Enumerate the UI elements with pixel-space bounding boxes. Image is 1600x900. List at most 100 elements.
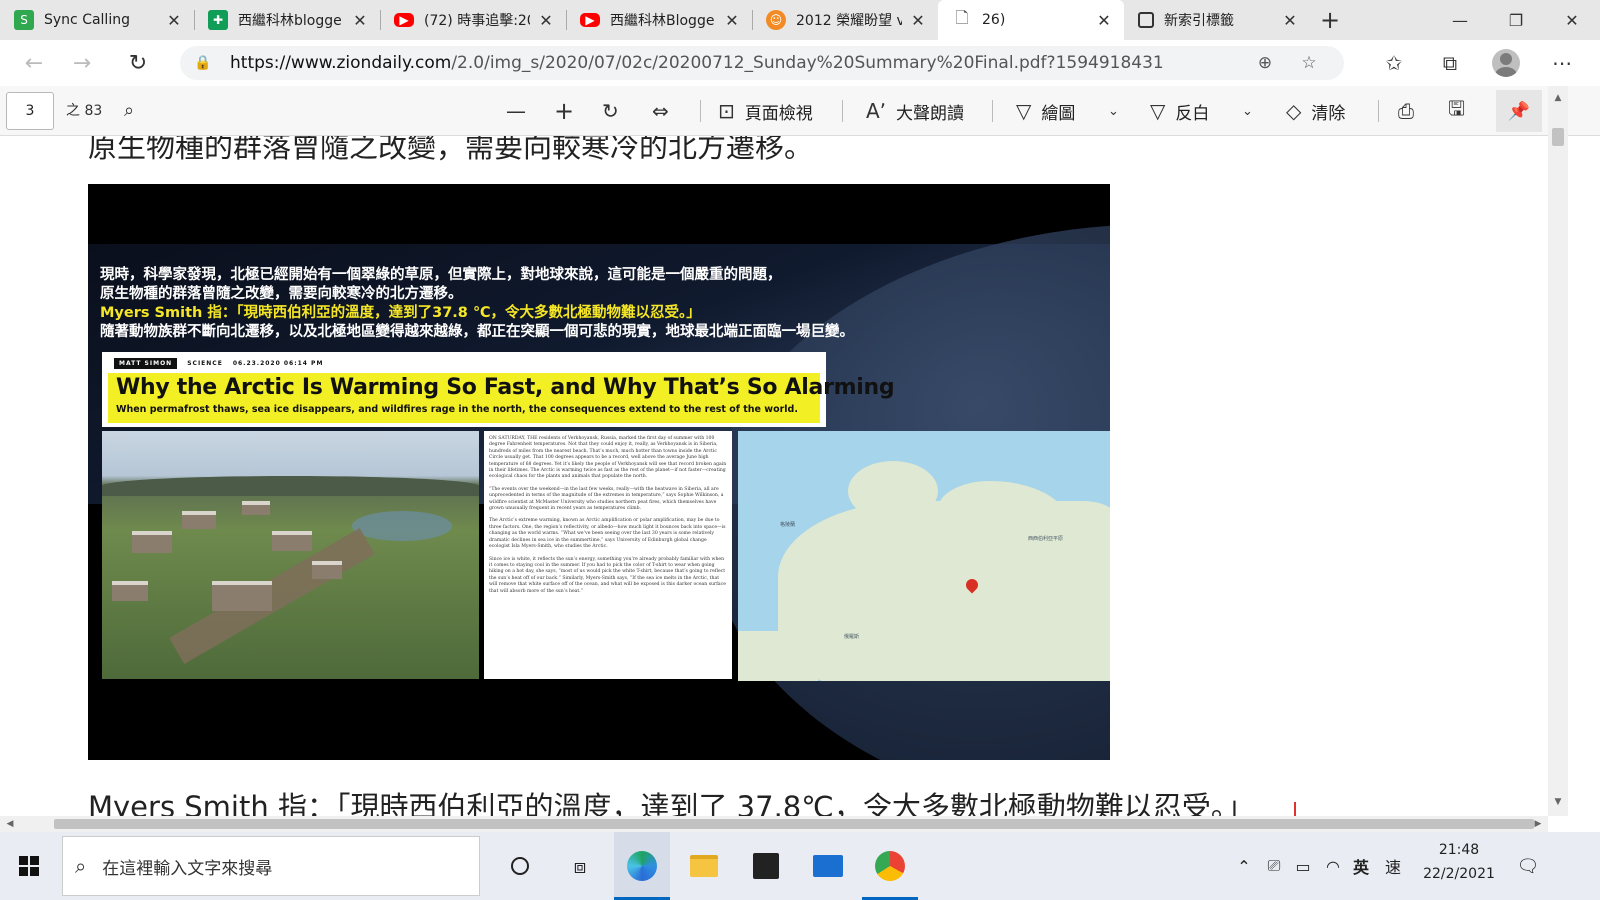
toolbar-divider (700, 100, 701, 122)
scroll-right-arrow-icon[interactable]: ▶ (1530, 816, 1546, 832)
notification-center-icon[interactable]: 🗨 (1508, 832, 1548, 900)
ime-mode[interactable]: 速 (1380, 832, 1406, 900)
photo-house (242, 501, 270, 515)
article-headline: Why the Arctic Is Warming So Fast, and W… (116, 375, 895, 400)
tab-new-tab-page[interactable]: 新索引標籤 ✕ (1124, 0, 1310, 40)
close-tab-icon[interactable]: ✕ (722, 11, 742, 30)
draw-button[interactable]: ▽ 繪圖 (1016, 86, 1075, 136)
taskbar-chrome[interactable] (862, 832, 918, 900)
taskbar-edge[interactable] (614, 832, 670, 900)
url-text[interactable]: https://www.ziondaily.com/2.0/img_s/2020… (230, 53, 1240, 73)
vertical-scrollbar[interactable]: ▲ ▼ (1548, 86, 1568, 816)
tab-blogger-1[interactable]: ✚ 西繼科林blogge ✕ (194, 0, 380, 40)
scroll-left-arrow-icon[interactable]: ◀ (2, 816, 18, 832)
caption-line: 原生物種的群落曾隨之改變，需要向較寒冷的北方遷移。 (100, 286, 463, 302)
scrollbar-thumb[interactable] (1552, 128, 1564, 146)
collections-icon[interactable]: ⧉ (1422, 40, 1478, 86)
close-tab-icon[interactable]: ✕ (536, 11, 556, 30)
ime-language[interactable]: 英 (1350, 832, 1372, 900)
scrollbar-thumb[interactable] (54, 819, 1534, 829)
battery-icon[interactable]: ▭ (1290, 832, 1316, 900)
navigation-bar: ← → ↻ 🔒 https://www.ziondaily.com/2.0/im… (0, 40, 1600, 86)
close-tab-icon[interactable]: ✕ (1094, 11, 1114, 30)
highlight-button[interactable]: ▽ 反白 (1150, 86, 1209, 136)
more-options-icon[interactable]: ⋯ (1534, 40, 1590, 86)
tab-pdf-active[interactable]: 🗋 26) ✕ (938, 0, 1124, 40)
map-label: 俄羅斯 (844, 634, 860, 640)
task-view-button[interactable]: ⧈ (552, 832, 608, 900)
close-tab-icon[interactable]: ✕ (1280, 11, 1300, 30)
document-icon: 🗋 (955, 7, 969, 27)
print-button[interactable]: ⎙ (1398, 86, 1424, 136)
chevron-down-icon: ⌄ (1242, 103, 1253, 119)
pin-toolbar-button[interactable]: 📌 (1496, 90, 1542, 132)
draw-icon: ▽ (1016, 99, 1032, 123)
restore-button[interactable]: ❐ (1488, 0, 1544, 40)
horizontal-scrollbar[interactable]: ◀ ▶ (0, 816, 1548, 832)
new-tab-button[interactable]: + (1310, 0, 1350, 40)
tab-youtube-2[interactable]: ▶ 西繼科林Blogge ✕ (566, 0, 752, 40)
forward-button[interactable]: → (58, 40, 106, 86)
refresh-button[interactable]: ↻ (114, 40, 162, 86)
close-tab-icon[interactable]: ✕ (350, 11, 370, 30)
tab-title: 2012 榮耀盼望 v (796, 13, 902, 29)
pdf-document-view[interactable]: 原生物種的群落曾隨之改變，需要向較寒冷的北方遷移。 現時，科學家發現，北極已經開… (0, 136, 1568, 816)
tab-glory-hope[interactable]: ☺ 2012 榮耀盼望 v ✕ (752, 0, 938, 40)
rotate-button[interactable]: ↻ (602, 86, 629, 136)
meet-now-icon[interactable]: ⎚ (1262, 832, 1286, 900)
zoom-out-button[interactable]: — (506, 86, 536, 136)
newtab-page-icon (1138, 12, 1154, 28)
article-body-column: ON SATURDAY, THE residents of Verkhoyans… (484, 431, 732, 679)
taskbar-mail[interactable] (800, 832, 856, 900)
taskbar-search-box[interactable]: ⌕ 在這裡輸入文字來搜尋 (62, 836, 480, 896)
highlight-options-chevron[interactable]: ⌄ (1242, 86, 1263, 136)
start-button[interactable] (0, 832, 58, 900)
minimize-button[interactable]: — (1432, 0, 1488, 40)
scroll-up-arrow-icon[interactable]: ▲ (1548, 90, 1568, 106)
tab-youtube-1[interactable]: ▶ (72) 時事追擊:20 ✕ (380, 0, 566, 40)
erase-button[interactable]: ◇ 清除 (1286, 86, 1345, 136)
page-total: 之 83 (66, 103, 103, 119)
pdf-search-icon[interactable]: ⌕ (124, 86, 134, 136)
taskbar-store[interactable] (738, 832, 794, 900)
profile-avatar[interactable] (1492, 49, 1520, 77)
back-button[interactable]: ← (10, 40, 58, 86)
article-section: SCIENCE (187, 360, 223, 367)
page-view-icon: ⊡ (718, 99, 735, 123)
clock-time: 21:48 (1438, 842, 1480, 858)
zoom-in-button[interactable]: + (554, 86, 584, 136)
chrome-icon (875, 851, 905, 881)
scroll-down-arrow-icon[interactable]: ▼ (1548, 794, 1568, 810)
save-button[interactable]: 🖫 (1448, 86, 1475, 136)
favorites-icon[interactable]: ✩ (1366, 40, 1422, 86)
wifi-icon[interactable]: ◠ (1320, 832, 1346, 900)
cortana-button[interactable] (492, 832, 548, 900)
zoom-icon[interactable]: ⊕ (1248, 46, 1282, 80)
photo-river (352, 511, 452, 541)
fit-width-icon: ⇔ (652, 99, 669, 123)
taskbar-clock[interactable]: 21:48 22/2/2021 (1418, 838, 1500, 894)
read-aloud-label: 大聲朗讀 (896, 103, 965, 124)
close-tab-icon[interactable]: ✕ (164, 11, 184, 30)
article-paragraph: ON SATURDAY, THE residents of Verkhoyans… (489, 436, 727, 480)
document-paragraph: Myers Smith 指：「現時西伯利亞的溫度，達到了 37.8℃，令大多數北… (88, 790, 1255, 816)
erase-label: 清除 (1311, 103, 1346, 124)
close-tab-icon[interactable]: ✕ (908, 11, 928, 30)
address-bar[interactable]: 🔒 https://www.ziondaily.com/2.0/img_s/20… (180, 46, 1344, 80)
fit-page-button[interactable]: ⇔ (652, 86, 679, 136)
add-favorite-icon[interactable]: ☆ (1292, 46, 1326, 80)
read-aloud-button[interactable]: A͏ʼ 大聲朗讀 (866, 86, 964, 136)
photo-house (212, 581, 272, 611)
close-window-button[interactable]: ✕ (1544, 0, 1600, 40)
photo-hills (102, 476, 479, 496)
article-screenshot-image: 現時，科學家發現，北極已經開始有一個翠綠的草原，但實際上，對地球來說，這可能是一… (88, 184, 1110, 760)
tab-sync-calling[interactable]: S Sync Calling ✕ (0, 0, 194, 40)
youtube-icon: ▶ (394, 13, 414, 27)
page-view-button[interactable]: ⊡ 頁面檢視 (718, 86, 813, 136)
draw-label: 繪圖 (1041, 103, 1076, 124)
draw-options-chevron[interactable]: ⌄ (1108, 86, 1129, 136)
page-number-input[interactable]: 3 (6, 92, 54, 130)
show-hidden-icons[interactable]: ⌃ (1232, 832, 1256, 900)
taskbar-file-explorer[interactable] (676, 832, 732, 900)
lock-icon[interactable]: 🔒 (194, 55, 220, 71)
